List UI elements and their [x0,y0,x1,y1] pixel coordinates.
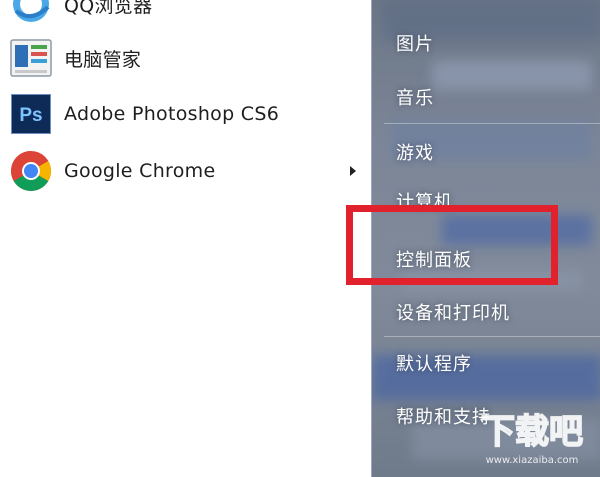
menu-item-pictures[interactable]: 图片 [396,30,434,56]
program-item-pc-manager[interactable]: 电脑管家 [0,32,370,84]
menu-item-devices-and-printers[interactable]: 设备和打印机 [396,299,510,325]
menu-separator [384,336,600,337]
qq-browser-icon [9,0,53,26]
program-label: Google Chrome [64,160,216,182]
menu-item-games[interactable]: 游戏 [396,139,434,165]
start-menu: QQ浏览器 电脑管家 Ps Adobe Photoshop CS6 Google… [0,0,600,477]
menu-item-help-and-support[interactable]: 帮助和支持 [396,403,491,429]
program-item-photoshop[interactable]: Ps Adobe Photoshop CS6 [0,88,370,140]
svg-text:Ps: Ps [19,105,42,126]
menu-separator [384,123,600,124]
photoshop-icon: Ps [9,92,53,136]
start-menu-right-column: 图片 音乐 游戏 计算机 控制面板 设备和打印机 默认程序 帮助和支持 [372,0,600,477]
program-label: QQ浏览器 [64,0,153,17]
menu-item-default-programs[interactable]: 默认程序 [396,350,472,376]
submenu-arrow-icon[interactable] [350,166,356,176]
pc-manager-icon [9,36,53,80]
program-label: Adobe Photoshop CS6 [64,103,280,125]
program-label: 电脑管家 [64,48,142,71]
program-item-google-chrome[interactable]: Google Chrome [0,145,370,197]
chrome-icon [9,149,53,193]
program-item-qq-browser[interactable]: QQ浏览器 [0,0,370,30]
menu-item-control-panel[interactable]: 控制面板 [396,246,472,272]
menu-item-music[interactable]: 音乐 [396,84,434,110]
menu-item-computer[interactable]: 计算机 [396,188,453,214]
program-list: QQ浏览器 电脑管家 Ps Adobe Photoshop CS6 Google… [0,0,372,477]
